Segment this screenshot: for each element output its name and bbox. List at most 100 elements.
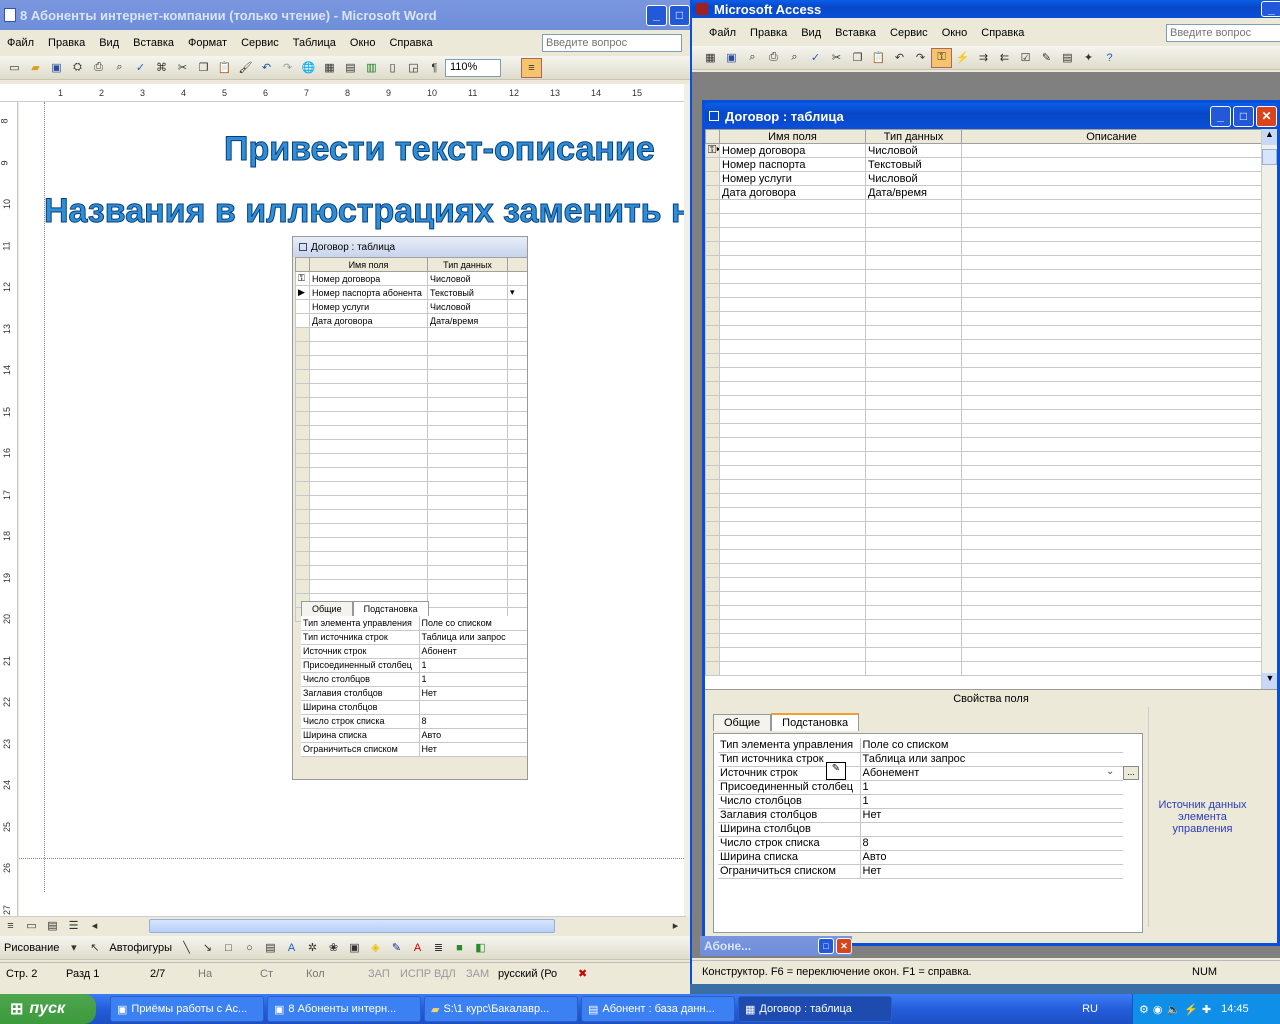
maximize-icon[interactable]: □: [669, 4, 690, 26]
arrow-icon[interactable]: ↘: [197, 938, 218, 958]
table-row[interactable]: Номер паспорта Текстовый: [705, 157, 1262, 172]
access-title-bar[interactable]: Microsoft Access _: [692, 0, 1280, 18]
table-row[interactable]: ⚿▸ Номер договора Числовой: [705, 143, 1262, 158]
access-menu-tools[interactable]: Сервис: [883, 27, 935, 39]
format-painter-icon[interactable]: 🖌: [235, 58, 256, 78]
access-menu-edit[interactable]: Правка: [743, 27, 794, 39]
access-save-icon[interactable]: ▣: [721, 48, 742, 68]
tab-general[interactable]: Общие: [713, 714, 772, 731]
table-row[interactable]: Дата договора Дата/время: [705, 185, 1262, 200]
empty-row[interactable]: [705, 353, 1262, 368]
delete-rows-icon[interactable]: ⇇: [994, 48, 1015, 68]
show-hide-icon[interactable]: ¶: [424, 58, 445, 78]
empty-row[interactable]: [705, 549, 1262, 564]
paste-icon[interactable]: 📋: [214, 58, 235, 78]
status-ext[interactable]: ВДЛ: [434, 968, 466, 980]
grid-vertical-scrollbar[interactable]: ▲ ▼: [1261, 129, 1277, 689]
research-icon[interactable]: ⌘: [151, 58, 172, 78]
property-row[interactable]: Тип элемента управления Поле со списком: [718, 738, 1123, 753]
property-row[interactable]: Число строк списка 8: [718, 836, 1123, 851]
menu-format[interactable]: Формат: [181, 37, 234, 49]
empty-row[interactable]: [705, 339, 1262, 354]
property-value[interactable]: Таблица или запрос: [859, 752, 1123, 767]
property-value[interactable]: 8: [418, 714, 527, 729]
minimized-abonent-window[interactable]: Абоне... □ ✕: [700, 936, 852, 956]
menu-help[interactable]: Справка: [382, 37, 439, 49]
print-icon[interactable]: ⎙: [88, 58, 109, 78]
excel-icon[interactable]: ▥: [361, 58, 382, 78]
access-spelling-icon[interactable]: ✓: [805, 48, 826, 68]
minimized-close-icon[interactable]: ✕: [836, 938, 852, 954]
empty-row[interactable]: [295, 453, 527, 468]
primary-key-icon[interactable]: ⚿: [931, 47, 952, 68]
empty-row[interactable]: [295, 523, 527, 538]
empty-row[interactable]: [295, 355, 527, 370]
empty-row[interactable]: [705, 325, 1262, 340]
empty-row[interactable]: [705, 647, 1262, 662]
tab-lookup[interactable]: Подстановка: [771, 713, 860, 731]
property-row[interactable]: Ограничиться списком Нет: [718, 864, 1123, 879]
hyperlink-icon[interactable]: 🌐: [298, 58, 319, 78]
empty-row[interactable]: [705, 535, 1262, 550]
field-grid[interactable]: Имя поля Тип данных Описание ⚿▸ Номер догов…: [705, 129, 1262, 676]
property-value[interactable]: Поле со списком: [418, 616, 527, 631]
access-redo-icon[interactable]: ↷: [910, 48, 931, 68]
property-row[interactable]: Источник строк Абонент: [301, 644, 527, 659]
redo-icon[interactable]: ↷: [277, 58, 298, 78]
property-row[interactable]: Присоединенный столбец 1: [301, 658, 527, 673]
empty-row[interactable]: [295, 439, 527, 454]
access-minimize-icon[interactable]: _: [1261, 1, 1280, 17]
access-menu-help[interactable]: Справка: [974, 27, 1031, 39]
cut-icon[interactable]: ✂: [172, 58, 193, 78]
property-value[interactable]: Поле со списком: [859, 738, 1123, 753]
access-menu-view[interactable]: Вид: [794, 27, 828, 39]
empty-row[interactable]: [705, 227, 1262, 242]
property-row[interactable]: Ширина столбцов: [718, 822, 1123, 837]
diagram-icon[interactable]: ✲: [302, 938, 323, 958]
empty-row[interactable]: [705, 633, 1262, 648]
property-row[interactable]: Источник строк Абонемент: [718, 766, 1123, 781]
print-view-icon[interactable]: ▤: [42, 916, 63, 936]
access-menu-insert[interactable]: Вставка: [828, 27, 883, 39]
property-value[interactable]: Абонемент: [859, 766, 1123, 781]
volume-icon[interactable]: 🔈: [1166, 1003, 1180, 1016]
child-close-icon[interactable]: ✕: [1256, 105, 1277, 127]
empty-row[interactable]: [295, 509, 527, 524]
line-style-icon[interactable]: ≣: [428, 938, 449, 958]
status-ovr[interactable]: ЗАМ: [466, 968, 498, 980]
scroll-down-icon[interactable]: ▼: [1262, 673, 1277, 689]
drawing-menu[interactable]: Рисование: [4, 942, 63, 954]
properties-icon[interactable]: ☑: [1015, 48, 1036, 68]
property-row[interactable]: Присоединенный столбец 1: [718, 780, 1123, 795]
build-icon[interactable]: ✎: [1036, 48, 1057, 68]
permission-icon[interactable]: ⛭: [67, 58, 88, 78]
columns-icon[interactable]: ▯: [382, 58, 403, 78]
status-trk[interactable]: ИСПР: [400, 968, 434, 980]
line-color-icon[interactable]: ✎: [386, 938, 407, 958]
property-row[interactable]: Ширина списка Авто: [301, 728, 527, 743]
spelling-icon[interactable]: ✓: [130, 58, 151, 78]
empty-row[interactable]: [295, 565, 527, 580]
empty-row[interactable]: [705, 241, 1262, 256]
textbox-icon[interactable]: ▤: [260, 938, 281, 958]
empty-row[interactable]: [295, 425, 527, 440]
empty-row[interactable]: [705, 367, 1262, 382]
empty-row[interactable]: [705, 395, 1262, 410]
property-row[interactable]: Число столбцов 1: [718, 794, 1123, 809]
empty-row[interactable]: [295, 495, 527, 510]
empty-row[interactable]: [295, 481, 527, 496]
task-button-database[interactable]: ▤ Абонент : база данн...: [581, 996, 735, 1022]
property-row[interactable]: Заглавия столбцов Нет: [301, 686, 527, 701]
access-copy-icon[interactable]: ❐: [847, 48, 868, 68]
save-icon[interactable]: ▣: [46, 58, 67, 78]
property-value[interactable]: Нет: [859, 808, 1123, 823]
property-value[interactable]: [418, 700, 527, 715]
property-value[interactable]: Таблица или запрос: [418, 630, 527, 645]
menu-insert[interactable]: Вставка: [126, 37, 181, 49]
empty-row[interactable]: [705, 577, 1262, 592]
property-value[interactable]: Авто: [859, 850, 1123, 865]
empty-row[interactable]: [295, 467, 527, 482]
antivirus-icon[interactable]: ◉: [1153, 1003, 1163, 1016]
scroll-thumb-v[interactable]: [1262, 149, 1277, 165]
drawing-icon[interactable]: ◲: [403, 58, 424, 78]
